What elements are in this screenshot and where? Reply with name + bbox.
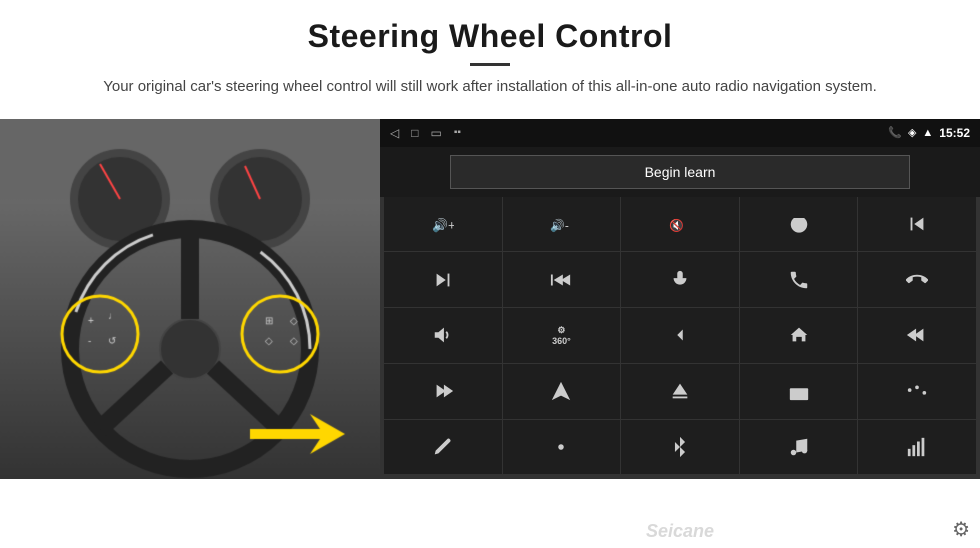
back-nav-icon[interactable]: ◁ (390, 126, 399, 140)
begin-learn-row: Begin learn (380, 147, 980, 197)
time-display: 15:52 (939, 126, 970, 140)
title-divider (470, 63, 510, 66)
status-left: ◁ □ ▭ ▪▪ (390, 126, 461, 140)
bars-button[interactable] (858, 420, 976, 475)
ff-prev-button[interactable] (503, 252, 621, 307)
location-icon: ◈ (908, 126, 916, 139)
360-button[interactable]: ⚙360° (503, 308, 621, 363)
mic-button[interactable] (621, 252, 739, 307)
horn-button[interactable] (384, 308, 502, 363)
seicane-watermark: Seicane (646, 521, 714, 542)
eject-button[interactable] (621, 364, 739, 419)
fast-fwd-button[interactable] (384, 364, 502, 419)
status-bar: ◁ □ ▭ ▪▪ 📞 ◈ ▲ 15:52 (380, 119, 980, 147)
settings-button[interactable] (503, 420, 621, 475)
rewind-button[interactable] (858, 308, 976, 363)
home-button[interactable] (740, 308, 858, 363)
phone-status-icon: 📞 (888, 126, 902, 139)
radio-button[interactable] (740, 364, 858, 419)
svg-text:🔇: 🔇 (669, 218, 684, 232)
car-image-canvas (0, 119, 380, 479)
signal-icon: ▪▪ (454, 127, 461, 138)
status-right: 📞 ◈ ▲ 15:52 (888, 126, 970, 140)
page-container: Steering Wheel Control Your original car… (0, 0, 980, 548)
vol-up-button[interactable]: 🔊+ (384, 197, 502, 252)
end-call-button[interactable] (858, 252, 976, 307)
car-image-section (0, 119, 380, 479)
subtitle: Your original car's steering wheel contr… (100, 76, 880, 99)
mute-button[interactable]: 🔇 (621, 197, 739, 252)
back-button[interactable] (621, 308, 739, 363)
svg-text:🔊+: 🔊+ (432, 216, 454, 233)
android-wrapper: ◁ □ ▭ ▪▪ 📞 ◈ ▲ 15:52 Begin learn (380, 119, 980, 548)
wifi-icon: ▲ (922, 127, 933, 139)
vol-down-button[interactable]: 🔊- (503, 197, 621, 252)
bluetooth-button[interactable] (621, 420, 739, 475)
power-button[interactable] (740, 197, 858, 252)
nav-button[interactable] (503, 364, 621, 419)
pen-button[interactable] (384, 420, 502, 475)
recents-nav-icon[interactable]: ▭ (430, 126, 441, 140)
controls-grid: 🔊+ 🔊- 🔇 (380, 197, 980, 479)
content-area: ◁ □ ▭ ▪▪ 📞 ◈ ▲ 15:52 Begin learn (0, 119, 980, 548)
android-screen: ◁ □ ▭ ▪▪ 📞 ◈ ▲ 15:52 Begin learn (380, 119, 980, 479)
begin-learn-button[interactable]: Begin learn (450, 155, 911, 189)
next-button[interactable] (384, 252, 502, 307)
page-title: Steering Wheel Control (60, 18, 920, 55)
gear-icon-corner[interactable]: ⚙ (952, 517, 970, 542)
phone-button[interactable] (740, 252, 858, 307)
equalizer-button[interactable] (858, 364, 976, 419)
header-section: Steering Wheel Control Your original car… (0, 0, 980, 109)
360-label: ⚙360° (552, 325, 571, 346)
home-nav-icon[interactable]: □ (411, 126, 418, 140)
prev-track-button[interactable] (858, 197, 976, 252)
svg-text:🔊-: 🔊- (550, 217, 569, 232)
music-button[interactable]: ♫ (740, 420, 858, 475)
